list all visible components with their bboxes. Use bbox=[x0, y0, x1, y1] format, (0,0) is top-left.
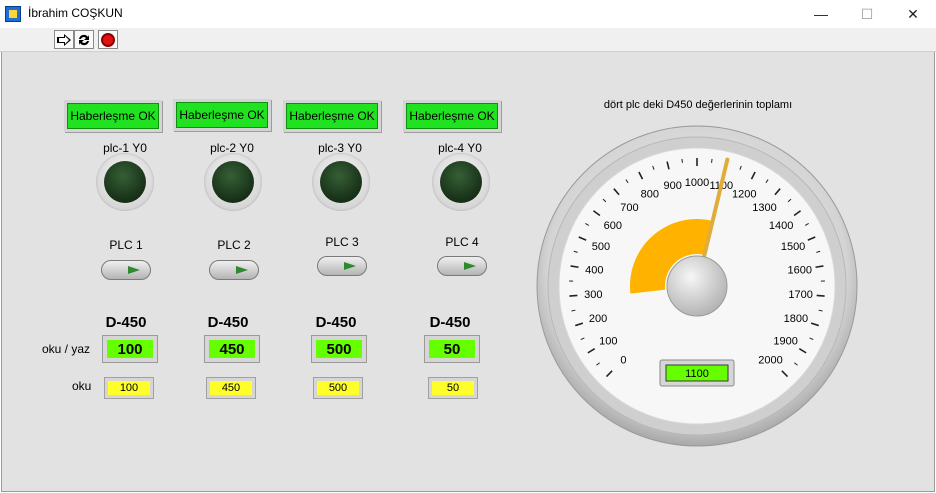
title-bar: İbrahim COŞKUN — ☐ ✕ bbox=[0, 0, 936, 28]
gauge-hub bbox=[666, 255, 728, 317]
d450-label-plc1: D-450 bbox=[105, 314, 147, 331]
abort-stop-icon bbox=[101, 32, 115, 47]
gauge-tick-label: 900 bbox=[664, 180, 682, 192]
gauge-tick-label: 500 bbox=[592, 241, 610, 253]
read-label: oku bbox=[72, 379, 92, 393]
y0-led-plc3 bbox=[312, 153, 370, 211]
comm-ok-button-plc3[interactable]: Haberleşme OK bbox=[283, 100, 381, 132]
gauge-tick-label: 400 bbox=[585, 265, 603, 277]
y0-led-plc1 bbox=[96, 153, 154, 211]
gauge-tick-label: 300 bbox=[584, 289, 602, 301]
indicator-value: 100 bbox=[108, 381, 150, 395]
gauge-digital-display: 1100 bbox=[685, 368, 709, 380]
gauge-title: dört plc deki D450 değerlerinin toplamı bbox=[603, 99, 793, 111]
d450-label-plc4: D-450 bbox=[429, 314, 471, 331]
comm-ok-button-plc2[interactable]: Haberleşme OK bbox=[173, 99, 271, 131]
control-value: 100 bbox=[107, 340, 153, 358]
gauge-tick-label: 700 bbox=[620, 202, 638, 214]
d450-indicator-plc1: 100 bbox=[104, 377, 154, 399]
d450-control-plc1[interactable]: 100 bbox=[102, 335, 158, 363]
control-value: 450 bbox=[209, 340, 255, 358]
maximize-button[interactable]: ☐ bbox=[844, 0, 890, 28]
comm-ok-button-plc4[interactable]: Haberleşme OK bbox=[403, 100, 501, 132]
switch-indicator-icon bbox=[344, 262, 356, 270]
sum-gauge[interactable]: 0100 200 300 400 500 600 700800 9001000 1100 1200… bbox=[527, 116, 867, 456]
d450-label-plc3: D-450 bbox=[315, 314, 357, 331]
d450-control-plc3[interactable]: 500 bbox=[311, 335, 367, 363]
d450-indicator-plc3: 500 bbox=[313, 377, 363, 399]
gauge-tick-label: 1500 bbox=[781, 241, 805, 253]
gauge-tick-label: 800 bbox=[641, 188, 659, 200]
run-arrow-icon bbox=[57, 33, 71, 46]
y0-led-plc4 bbox=[432, 153, 490, 211]
plc2-toggle-switch[interactable] bbox=[209, 260, 259, 280]
control-value: 500 bbox=[316, 340, 362, 358]
comm-ok-button-plc1[interactable]: Haberleşme OK bbox=[64, 100, 162, 132]
run-continuous-button[interactable] bbox=[74, 30, 94, 49]
d450-label-plc2: D-450 bbox=[207, 314, 249, 331]
d450-control-plc4[interactable]: 50 bbox=[424, 335, 480, 363]
gauge-tick-label: 200 bbox=[589, 313, 607, 325]
plc4-toggle-switch[interactable] bbox=[437, 256, 487, 276]
switch-indicator-icon bbox=[236, 266, 248, 274]
indicator-value: 500 bbox=[317, 381, 359, 395]
run-button[interactable] bbox=[54, 30, 74, 49]
d450-control-plc2[interactable]: 450 bbox=[204, 335, 260, 363]
plc1-toggle-switch[interactable] bbox=[101, 260, 151, 280]
read-write-label: oku / yaz bbox=[42, 342, 91, 356]
gauge-tick-label: 1300 bbox=[752, 202, 776, 214]
gauge-tick-label: 2000 bbox=[758, 355, 782, 367]
gauge-tick-label: 0 bbox=[620, 355, 626, 367]
toolbar bbox=[0, 28, 936, 52]
close-button[interactable]: ✕ bbox=[890, 0, 936, 28]
gauge-tick-label: 1900 bbox=[773, 335, 797, 347]
switch-label-plc1: PLC 1 bbox=[109, 238, 143, 252]
front-panel: Haberleşme OK Haberleşme OK Haberleşme O… bbox=[1, 52, 935, 492]
gauge-tick-label: 1400 bbox=[769, 220, 793, 232]
y0-led-plc2 bbox=[204, 153, 262, 211]
labview-app-icon bbox=[5, 6, 21, 22]
d450-indicator-plc2: 450 bbox=[206, 377, 256, 399]
switch-label-plc3: PLC 3 bbox=[325, 235, 359, 249]
gauge-tick-label: 1600 bbox=[787, 265, 811, 277]
gauge-tick-label: 600 bbox=[604, 220, 622, 232]
switch-indicator-icon bbox=[464, 262, 476, 270]
abort-button[interactable] bbox=[98, 30, 118, 49]
gauge-major-tick bbox=[569, 294, 578, 297]
control-value: 50 bbox=[429, 340, 475, 358]
window-title: İbrahim COŞKUN bbox=[28, 6, 123, 20]
plc3-toggle-switch[interactable] bbox=[317, 256, 367, 276]
gauge-tick-label: 1000 bbox=[685, 177, 709, 189]
switch-label-plc2: PLC 2 bbox=[217, 238, 251, 252]
gauge-tick-label: 1200 bbox=[732, 188, 756, 200]
gauge-tick-label: 1700 bbox=[788, 289, 812, 301]
gauge-tick-label: 100 bbox=[599, 335, 617, 347]
switch-indicator-icon bbox=[128, 266, 140, 274]
indicator-value: 450 bbox=[210, 381, 252, 395]
indicator-value: 50 bbox=[432, 381, 474, 395]
run-continuous-icon bbox=[79, 34, 89, 45]
d450-indicator-plc4: 50 bbox=[428, 377, 478, 399]
minimize-button[interactable]: — bbox=[798, 0, 844, 28]
gauge-tick-label: 1800 bbox=[784, 313, 808, 325]
switch-label-plc4: PLC 4 bbox=[445, 235, 479, 249]
gauge-major-tick bbox=[816, 294, 825, 297]
